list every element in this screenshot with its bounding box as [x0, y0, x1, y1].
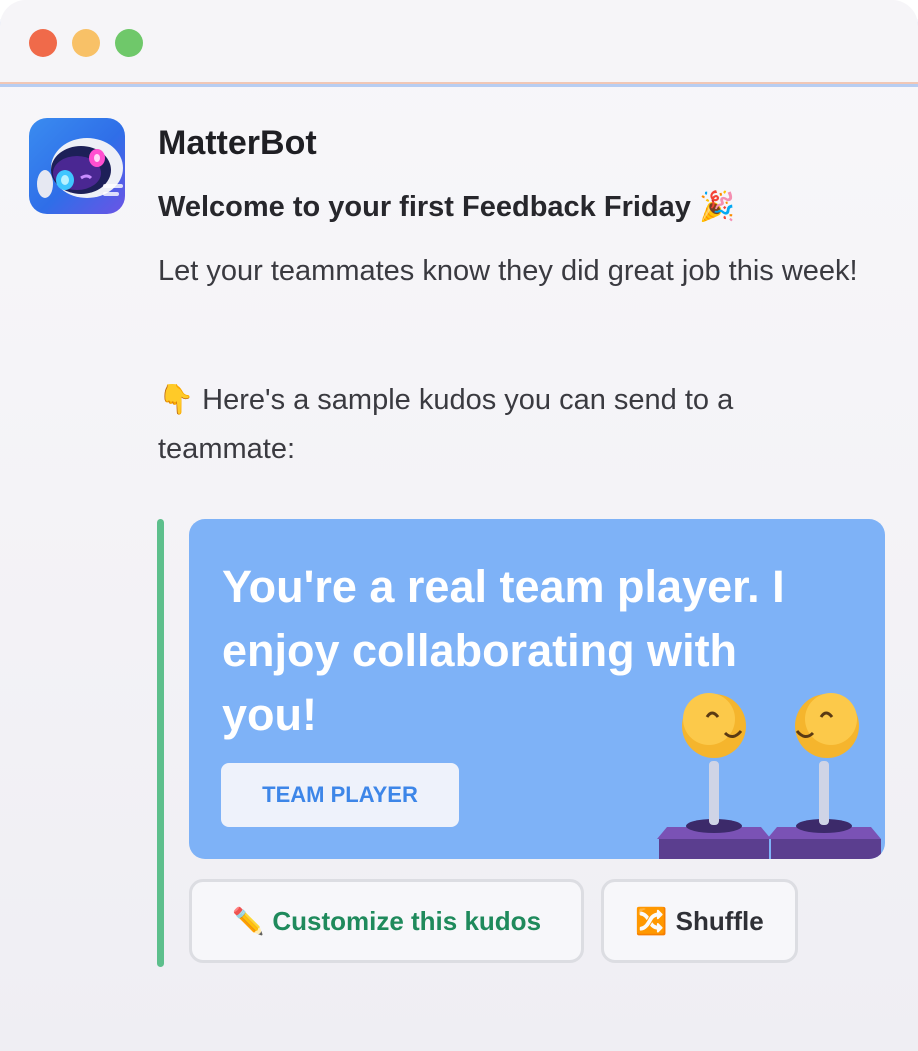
- app-window: MatterBot Welcome to your first Feedback…: [0, 0, 918, 1051]
- minimize-window-button[interactable]: [72, 29, 100, 57]
- customize-kudos-button[interactable]: ✏️ Customize this kudos: [189, 879, 584, 963]
- message-heading: Welcome to your first Feedback Friday 🎉: [158, 190, 735, 224]
- joystick-illustration: [657, 693, 881, 859]
- zoom-window-button[interactable]: [115, 29, 143, 57]
- close-window-button[interactable]: [29, 29, 57, 57]
- prompt-line: 👇 Here's a sample kudos you can send to …: [158, 376, 858, 474]
- prompt-text: Here's a sample kudos you can send to a …: [158, 384, 734, 465]
- sender-name[interactable]: MatterBot: [158, 124, 317, 163]
- shuffle-button[interactable]: 🔀 Shuffle: [601, 879, 798, 963]
- shuffle-label: Shuffle: [675, 905, 764, 936]
- customize-label: Customize this kudos: [272, 905, 542, 936]
- pointing-down-icon: 👇: [158, 384, 195, 416]
- attachment-accent-bar: [157, 519, 164, 967]
- robot-icon[interactable]: [29, 118, 125, 214]
- party-popper-icon: 🎉: [698, 191, 736, 223]
- pencil-icon: ✏️: [231, 905, 265, 936]
- heading-text: Welcome to your first Feedback Friday: [158, 191, 691, 223]
- kudos-tag: TEAM PLAYER: [221, 763, 459, 827]
- title-bar: [0, 0, 918, 84]
- intro-text: Let your teammates know they did great j…: [158, 255, 858, 287]
- kudos-card: You're a real team player. I enjoy colla…: [189, 519, 885, 859]
- shuffle-icon: 🔀: [635, 905, 668, 936]
